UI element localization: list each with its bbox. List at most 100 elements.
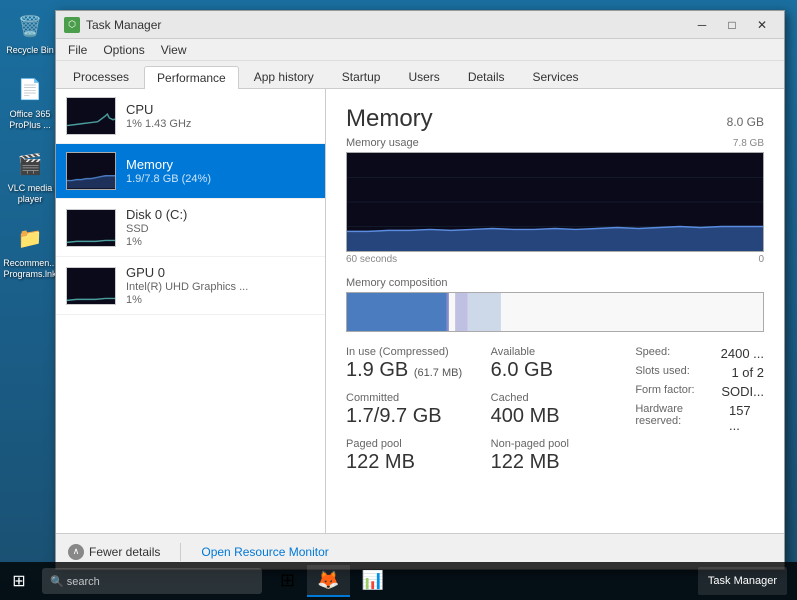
memory-usage-label: Memory usage — [346, 137, 764, 149]
desktop-icon-vlc[interactable]: 🎬 VLC media player — [5, 148, 55, 205]
office-icon: 📄 — [14, 74, 46, 106]
taskbar-sys: Task Manager — [688, 567, 797, 595]
start-button[interactable]: ⊞ — [0, 562, 38, 600]
open-resource-monitor-link[interactable]: Open Resource Monitor — [201, 545, 328, 559]
committed-value: 1.7/9.7 GB — [346, 406, 475, 426]
hardware-label: Hardware reserved: — [635, 403, 729, 431]
cpu-detail: 1% 1.43 GHz — [126, 118, 315, 130]
maximize-button[interactable]: □ — [718, 15, 746, 35]
gpu-item[interactable]: GPU 0 Intel(R) UHD Graphics ... 1% — [56, 257, 325, 315]
memory-item[interactable]: Memory 1.9/7.8 GB (24%) — [56, 144, 325, 199]
time-start-label: 60 seconds — [346, 254, 397, 265]
stats-grid: In use (Compressed) 1.9 GB (61.7 MB) Com… — [346, 346, 764, 472]
in-use-value: 1.9 GB (61.7 MB) — [346, 360, 475, 380]
menu-options[interactable]: Options — [95, 41, 152, 59]
gpu-usage: 1% — [126, 294, 315, 306]
graph-time-labels: 60 seconds 0 — [346, 254, 764, 265]
memory-title: Memory — [346, 105, 433, 133]
form-value: SODI... — [721, 384, 764, 399]
fewer-details-icon: ∧ — [68, 544, 84, 560]
nonpaged-value: 122 MB — [491, 452, 620, 472]
stat-group-1: In use (Compressed) 1.9 GB (61.7 MB) Com… — [346, 346, 475, 472]
tab-app-history[interactable]: App history — [241, 65, 327, 88]
desktop: 🗑️ Recycle Bin 📄 Office 365 ProPlus ... … — [0, 0, 797, 600]
search-placeholder: 🔍 search — [50, 575, 100, 588]
desktop-icon-recycle[interactable]: 🗑️ Recycle Bin — [5, 10, 55, 56]
programs-label: Recommen... Programs.lnk — [3, 258, 58, 280]
disk-thumbnail — [66, 209, 116, 247]
cpu-item[interactable]: CPU 1% 1.43 GHz — [56, 89, 325, 144]
desktop-icon-office[interactable]: 📄 Office 365 ProPlus ... — [5, 74, 55, 131]
composition-svg — [347, 293, 763, 331]
composition-label: Memory composition — [346, 277, 764, 289]
time-end-label: 0 — [758, 254, 764, 265]
taskbar-app-chart[interactable]: 📊 — [352, 565, 394, 597]
recycle-bin-icon: 🗑️ — [14, 10, 46, 42]
disk-item[interactable]: Disk 0 (C:) SSD 1% — [56, 199, 325, 257]
memory-header: Memory 8.0 GB — [346, 105, 764, 133]
tab-services[interactable]: Services — [520, 65, 592, 88]
close-button[interactable]: ✕ — [748, 15, 776, 35]
programs-icon: 📁 — [14, 223, 46, 255]
cached-stat: Cached 400 MB — [491, 392, 620, 426]
taskbar-apps: ⊞ 🦊 📊 — [266, 565, 688, 597]
stat-group-3: Speed: 2400 ... Slots used: 1 of 2 Form … — [635, 346, 764, 472]
taskbar-search[interactable]: 🔍 search — [42, 568, 262, 594]
main-content: CPU 1% 1.43 GHz Memory 1.9/7.8 GB ( — [56, 89, 784, 533]
speed-stat: Speed: 2400 ... Slots used: 1 of 2 Form … — [635, 346, 764, 433]
tabs: Processes Performance App history Startu… — [56, 61, 784, 89]
recycle-bin-label: Recycle Bin — [3, 45, 58, 56]
paged-label: Paged pool — [346, 438, 475, 450]
hardware-value: 157 ... — [729, 403, 764, 433]
fewer-details-label: Fewer details — [89, 545, 160, 559]
vlc-label: VLC media player — [3, 183, 58, 205]
task-manager-taskbar-label: Task Manager — [708, 575, 777, 587]
memory-graph-svg — [347, 153, 763, 251]
memory-info: Memory 1.9/7.8 GB (24%) — [126, 157, 315, 185]
available-stat: Available 6.0 GB — [491, 346, 620, 380]
gpu-thumbnail — [66, 267, 116, 305]
memory-composition-section: Memory composition — [346, 277, 764, 332]
form-label: Form factor: — [635, 384, 694, 397]
gpu-info: GPU 0 Intel(R) UHD Graphics ... 1% — [126, 265, 315, 306]
taskbar-app-edge[interactable]: 🦊 — [307, 565, 349, 597]
paged-value: 122 MB — [346, 452, 475, 472]
gpu-name: GPU 0 — [126, 265, 315, 280]
available-value: 6.0 GB — [491, 360, 620, 380]
taskbar-app-grid[interactable]: ⊞ — [270, 565, 305, 597]
tab-details[interactable]: Details — [455, 65, 518, 88]
window-title: Task Manager — [86, 18, 161, 32]
memory-detail: 1.9/7.8 GB (24%) — [126, 173, 315, 185]
windows-icon: ⊞ — [12, 571, 25, 591]
desktop-icon-programs[interactable]: 📁 Recommen... Programs.lnk — [5, 223, 55, 280]
tab-users[interactable]: Users — [395, 65, 452, 88]
nonpaged-label: Non-paged pool — [491, 438, 620, 450]
title-bar-controls: ─ □ ✕ — [688, 15, 776, 35]
tab-performance[interactable]: Performance — [144, 66, 239, 89]
right-panel: Memory 8.0 GB Memory usage 7.8 GB — [326, 89, 784, 533]
taskbar: ⊞ 🔍 search ⊞ 🦊 📊 Task Manager — [0, 562, 797, 600]
menu-bar: File Options View — [56, 39, 784, 61]
menu-view[interactable]: View — [153, 41, 195, 59]
left-panel: CPU 1% 1.43 GHz Memory 1.9/7.8 GB ( — [56, 89, 326, 533]
memory-total: 8.0 GB — [727, 115, 764, 129]
slots-value: 1 of 2 — [731, 365, 764, 380]
disk-type: SSD — [126, 223, 315, 235]
task-manager-icon: ⬡ — [64, 17, 80, 33]
minimize-button[interactable]: ─ — [688, 15, 716, 35]
speed-value: 2400 ... — [721, 346, 764, 361]
divider — [180, 543, 181, 561]
cpu-info: CPU 1% 1.43 GHz — [126, 102, 315, 130]
menu-file[interactable]: File — [60, 41, 95, 59]
tab-processes[interactable]: Processes — [60, 65, 142, 88]
memory-thumbnail — [66, 152, 116, 190]
slots-label: Slots used: — [635, 365, 689, 378]
taskbar-task-manager[interactable]: Task Manager — [698, 567, 787, 595]
committed-label: Committed — [346, 392, 475, 404]
in-use-stat: In use (Compressed) 1.9 GB (61.7 MB) — [346, 346, 475, 380]
graph-max-label: 7.8 GB — [733, 138, 764, 149]
tab-startup[interactable]: Startup — [329, 65, 394, 88]
in-use-label: In use (Compressed) — [346, 346, 475, 358]
title-bar-left: ⬡ Task Manager — [64, 17, 161, 33]
fewer-details-button[interactable]: ∧ Fewer details — [68, 544, 160, 560]
